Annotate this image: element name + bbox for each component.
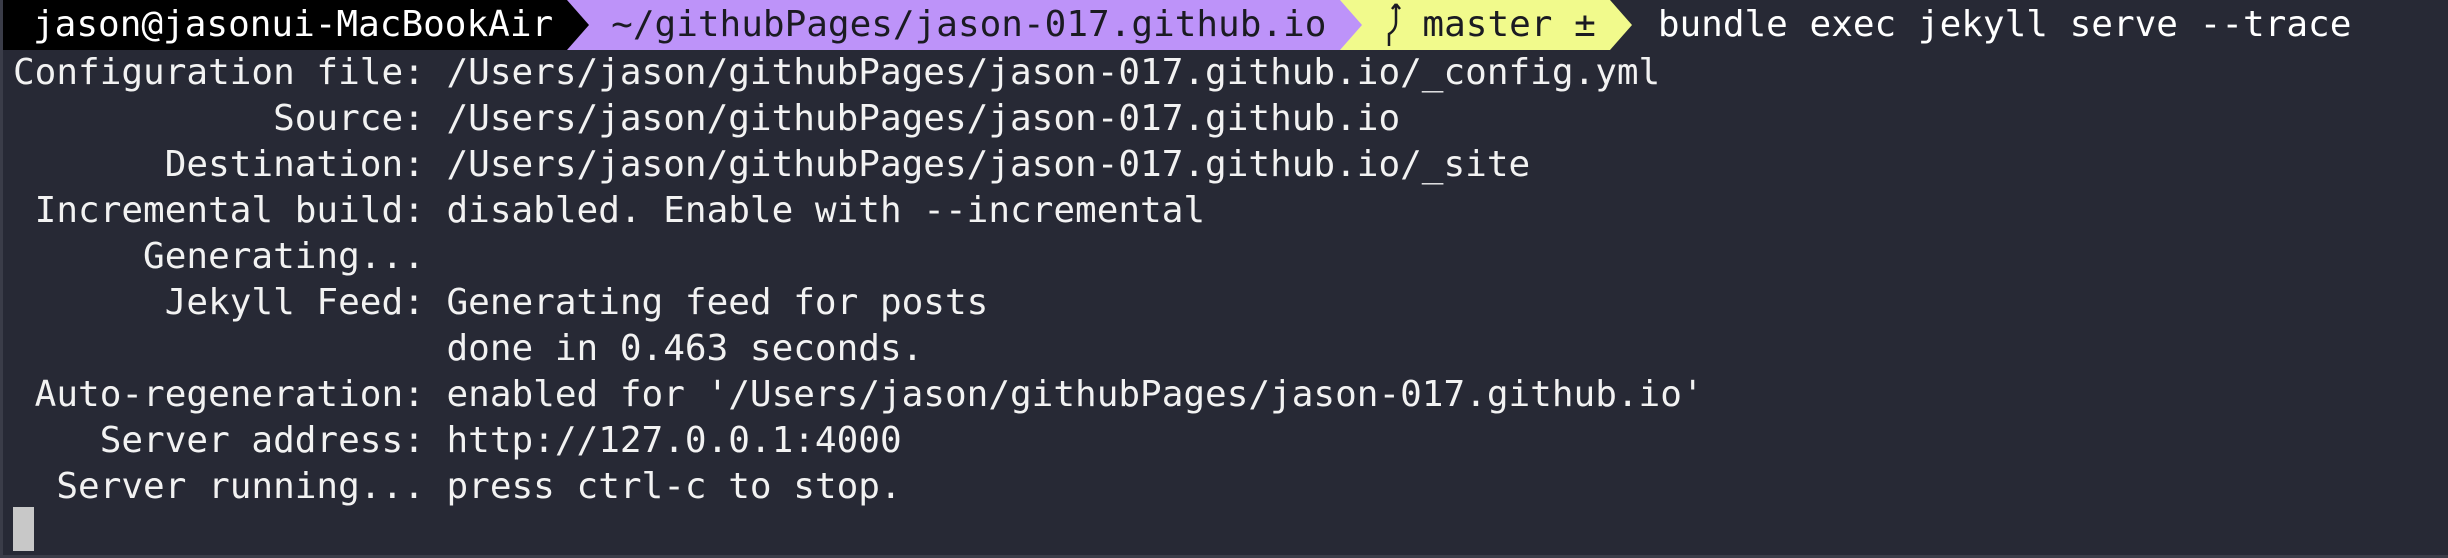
output-line: Configuration file: /Users/jason/githubP… xyxy=(13,52,1661,93)
prompt-directory: ~/githubPages/jason-017.github.io xyxy=(589,0,1341,50)
prompt-git-status: master ± xyxy=(1362,0,1610,50)
text-cursor[interactable] xyxy=(13,507,34,551)
output-line: Generating... xyxy=(13,236,425,277)
prompt-separator xyxy=(1609,0,1632,50)
shell-prompt: jason@jasonui-MacBookAir ~/githubPages/j… xyxy=(3,0,2448,50)
output-line: Incremental build: disabled. Enable with… xyxy=(13,190,1206,231)
prompt-separator xyxy=(1340,0,1363,50)
git-branch-icon xyxy=(1388,3,1402,46)
command-output: Configuration file: /Users/jason/githubP… xyxy=(3,50,2448,510)
prompt-user-host: jason@jasonui-MacBookAir xyxy=(3,0,568,50)
output-line: Server address: http://127.0.0.1:4000 xyxy=(13,420,902,461)
output-line: Jekyll Feed: Generating feed for posts xyxy=(13,282,989,323)
output-line: Destination: /Users/jason/githubPages/ja… xyxy=(13,144,1531,185)
output-line: Auto-regeneration: enabled for '/Users/j… xyxy=(13,374,1704,415)
output-line: done in 0.463 seconds. xyxy=(13,328,924,369)
git-branch-label: master ± xyxy=(1422,4,1596,45)
terminal-window[interactable]: jason@jasonui-MacBookAir ~/githubPages/j… xyxy=(0,0,2448,558)
output-line: Source: /Users/jason/githubPages/jason-0… xyxy=(13,98,1401,139)
prompt-separator xyxy=(567,0,590,50)
output-line: Server running... press ctrl-c to stop. xyxy=(13,466,902,507)
command-text: bundle exec jekyll serve --trace xyxy=(1657,4,2352,45)
